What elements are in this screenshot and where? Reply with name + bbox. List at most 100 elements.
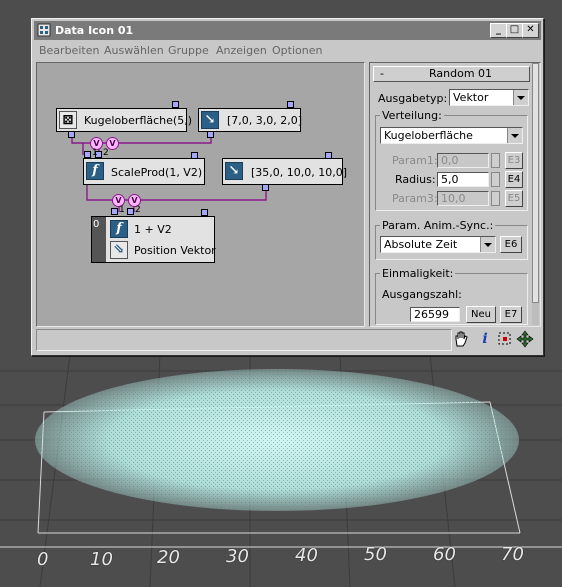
node-vec2-input-pin[interactable] bbox=[262, 184, 269, 191]
radius-button[interactable]: E4 bbox=[505, 171, 523, 188]
panel-scroll-thumb[interactable] bbox=[532, 63, 539, 303]
port-1-pin[interactable] bbox=[84, 151, 91, 158]
window-title: Data Icon 01 bbox=[55, 24, 134, 37]
node-output-label: Position Vektor bbox=[134, 244, 216, 257]
axis-tick-20: 20 bbox=[157, 547, 180, 568]
sync-dropdown[interactable]: Absolute Zeit bbox=[380, 236, 496, 253]
select-region-icon[interactable] bbox=[496, 330, 514, 348]
ausgangszahl-label: Ausgangszahl: bbox=[382, 288, 462, 301]
data-icon-window: Data Icon 01 _ □ ✕ Bearbeiten Auswählen … bbox=[31, 18, 544, 356]
param3-label: Param3: bbox=[392, 192, 438, 205]
sync-button[interactable]: E6 bbox=[500, 236, 522, 253]
param1-value: 0,0 bbox=[441, 154, 459, 167]
node-vector-1-label: [7,0, 3,0, 2,0] bbox=[227, 114, 303, 127]
menu-optionen[interactable]: Optionen bbox=[272, 44, 322, 57]
axis-tick-50: 50 bbox=[364, 544, 387, 565]
radius-spinner[interactable] bbox=[491, 172, 500, 187]
info-icon[interactable]: i bbox=[476, 330, 494, 348]
menu-gruppe[interactable]: Gruppe bbox=[168, 44, 209, 57]
port-2-pin[interactable] bbox=[127, 208, 134, 215]
minimize-button[interactable]: _ bbox=[490, 23, 507, 38]
function-icon: f bbox=[86, 162, 104, 180]
move-icon[interactable] bbox=[516, 330, 534, 348]
dice-icon: ⚄ bbox=[59, 111, 77, 129]
rollout-title: Random 01 bbox=[429, 67, 493, 80]
ausgangszahl-field[interactable]: 26599 bbox=[410, 307, 460, 322]
radius-value: 5,0 bbox=[441, 173, 459, 186]
node-graph-canvas[interactable]: ⚄ Kugeloberfläche(5,) ↘ [7,0, 3,0, 2,0] … bbox=[36, 62, 365, 327]
axis-tick-0: 0 bbox=[37, 549, 49, 570]
axis-tick-10: 10 bbox=[90, 549, 113, 570]
radius-label: Radius: bbox=[395, 173, 436, 186]
node-scaleprod-label: ScaleProd(1, V2) bbox=[111, 166, 203, 179]
node-kugel-output-pin[interactable] bbox=[172, 101, 179, 108]
port-1-pin[interactable] bbox=[111, 208, 118, 215]
axis-tick-60: 60 bbox=[433, 544, 456, 565]
port-1-label: 1 bbox=[92, 148, 98, 158]
menu-bar: Bearbeiten Auswählen Gruppe Anzeigen Opt… bbox=[34, 41, 541, 59]
node-kugeloberflaeche[interactable]: ⚄ Kugeloberfläche(5,) bbox=[56, 108, 192, 132]
node-position-vektor[interactable]: 0 f 1 + V2 ⇘ Position Vektor bbox=[91, 216, 216, 263]
node-scaleprod[interactable]: f ScaleProd(1, V2) bbox=[83, 158, 205, 185]
node-wires bbox=[71, 131, 267, 212]
title-bar[interactable]: Data Icon 01 _ □ ✕ bbox=[34, 21, 541, 40]
menu-bearbeiten[interactable]: Bearbeiten bbox=[39, 44, 99, 57]
chevron-down-icon bbox=[480, 237, 495, 252]
vector-icon: ↘ bbox=[201, 111, 219, 129]
window-app-icon bbox=[37, 23, 51, 37]
axis-tick-30: 30 bbox=[226, 546, 249, 567]
vector-icon: ↘ bbox=[225, 162, 243, 180]
node-kugel-input-pin[interactable] bbox=[68, 131, 75, 138]
axis-tick-40: 40 bbox=[295, 545, 318, 566]
chevron-down-icon bbox=[507, 128, 522, 143]
param3-spinner[interactable] bbox=[491, 191, 500, 206]
node-output-pin[interactable] bbox=[201, 209, 208, 216]
panel-scrollbar[interactable] bbox=[532, 63, 539, 325]
node-output-formula: 1 + V2 bbox=[134, 223, 172, 236]
param3-value: 10,0 bbox=[441, 192, 466, 205]
node-vec1-input-pin[interactable] bbox=[207, 131, 214, 138]
function-icon: f bbox=[110, 220, 128, 238]
param1-button[interactable]: E3 bbox=[505, 152, 523, 169]
node-index-label: 0 bbox=[93, 219, 100, 230]
node-scaleprod-output-pin[interactable] bbox=[191, 152, 198, 159]
param1-label: Param1: bbox=[392, 154, 438, 167]
hand-icon[interactable] bbox=[452, 330, 470, 348]
verteilung-value: Kugeloberfläche bbox=[384, 129, 473, 142]
param3-field[interactable]: 10,0 bbox=[437, 191, 489, 206]
port-1-label: 1 bbox=[119, 205, 125, 215]
ausgabetyp-label: Ausgabetyp: bbox=[378, 92, 448, 105]
rollout-collapse-toggle[interactable]: - bbox=[380, 67, 384, 80]
node-vector-2[interactable]: ↘ [35,0, 10,0, 10,0] bbox=[222, 158, 347, 185]
radius-field[interactable]: 5,0 bbox=[437, 172, 489, 187]
param1-field[interactable]: 0,0 bbox=[437, 153, 489, 168]
ausgangszahl-button[interactable]: E7 bbox=[500, 306, 522, 323]
chevron-down-icon bbox=[513, 90, 528, 105]
rollout-header-random[interactable]: - Random 01 bbox=[373, 66, 530, 82]
port-2-label: 2 bbox=[103, 148, 109, 158]
node-vector-2-label: [35,0, 10,0, 10,0] bbox=[251, 166, 348, 179]
particle-noise bbox=[35, 369, 519, 511]
param3-button[interactable]: E5 bbox=[505, 190, 523, 207]
sync-value: Absolute Zeit bbox=[384, 238, 458, 251]
vector-icon: ⇘ bbox=[110, 241, 128, 259]
maximize-button[interactable]: □ bbox=[506, 23, 523, 38]
menu-anzeigen[interactable]: Anzeigen bbox=[216, 44, 267, 57]
axis-tick-70: 70 bbox=[501, 544, 524, 565]
verteilung-dropdown[interactable]: Kugeloberfläche bbox=[380, 127, 523, 144]
sync-label: Param. Anim.-Sync.: bbox=[380, 219, 496, 232]
neu-button[interactable]: Neu bbox=[466, 306, 496, 323]
parameter-panel: - Random 01 Ausgabetyp: Vektor Verteilun… bbox=[369, 62, 541, 327]
menu-auswaehlen[interactable]: Auswählen bbox=[104, 44, 164, 57]
ausgangszahl-value: 26599 bbox=[414, 308, 449, 321]
node-vec1-output-pin[interactable] bbox=[287, 101, 294, 108]
node-vector-1[interactable]: ↘ [7,0, 3,0, 2,0] bbox=[198, 108, 303, 132]
status-bar bbox=[36, 329, 452, 351]
param1-spinner[interactable] bbox=[491, 153, 500, 168]
ausgabetyp-dropdown[interactable]: Vektor bbox=[449, 89, 529, 106]
port-2-label: 2 bbox=[135, 205, 141, 215]
ausgabetyp-value: Vektor bbox=[453, 91, 489, 104]
node-vec2-output-pin[interactable] bbox=[325, 152, 332, 159]
node-kugeloberflaeche-label: Kugeloberfläche(5,) bbox=[84, 114, 192, 127]
close-button[interactable]: ✕ bbox=[522, 23, 539, 38]
